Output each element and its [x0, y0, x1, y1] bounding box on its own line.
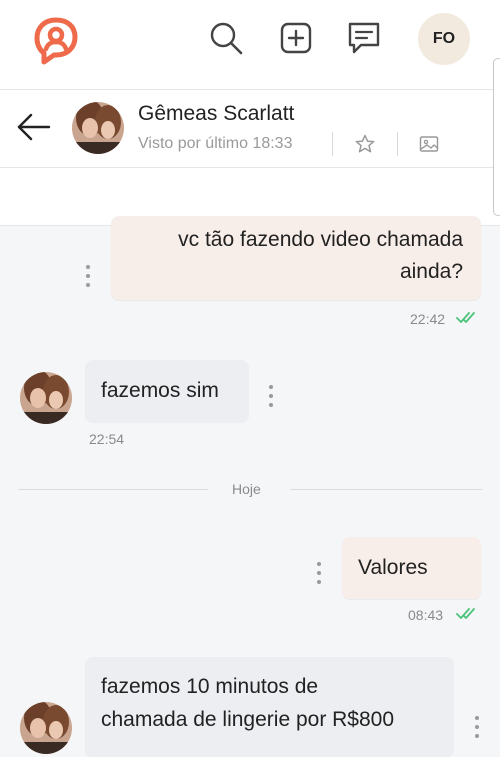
contact-avatar[interactable]: [20, 702, 72, 754]
star-icon[interactable]: [355, 134, 375, 154]
message-options-icon[interactable]: [267, 385, 275, 407]
message-bubble-incoming[interactable]: fazemos sim: [85, 360, 249, 422]
last-seen-status: Visto por último 18:33: [138, 135, 293, 152]
add-post-icon[interactable]: [278, 20, 314, 56]
header-separator: [332, 132, 333, 156]
message-text: fazemos 10 minutos de: [101, 675, 319, 698]
message-time: 22:54: [89, 431, 125, 447]
top-bar: FO: [0, 0, 500, 90]
message-bubble-incoming[interactable]: fazemos 10 minutos de chamada de lingeri…: [85, 657, 454, 757]
message-text: Valores: [358, 556, 428, 579]
read-receipt-icon: [456, 312, 475, 323]
contact-name[interactable]: Gêmeas Scarlatt: [138, 102, 294, 126]
user-avatar[interactable]: FO: [418, 13, 470, 65]
logo-icon[interactable]: [32, 16, 80, 66]
message-time: 22:42: [410, 311, 446, 327]
day-divider-line: [18, 489, 208, 490]
message-text: vc tão fazendo video chamada: [178, 228, 463, 251]
message-time: 08:43: [408, 607, 444, 623]
back-arrow-icon[interactable]: [16, 112, 52, 142]
day-divider-line: [290, 489, 482, 490]
message-options-icon[interactable]: [84, 265, 92, 287]
message-text: ainda?: [399, 259, 463, 283]
message-options-icon[interactable]: [315, 562, 323, 584]
message-bubble-outgoing[interactable]: Valores: [342, 537, 481, 599]
header-separator: [397, 132, 398, 156]
message-icon[interactable]: [346, 20, 382, 56]
day-divider-label: Hoje: [232, 481, 261, 497]
message-text: chamada de lingerie por R$800: [101, 707, 395, 731]
contact-avatar[interactable]: [72, 102, 124, 154]
user-initials: FO: [432, 30, 456, 47]
message-options-icon[interactable]: [473, 716, 481, 738]
scrollbar[interactable]: [493, 58, 500, 216]
image-icon[interactable]: [419, 134, 439, 154]
search-icon[interactable]: [208, 20, 244, 56]
message-text: fazemos sim: [101, 379, 219, 402]
message-bubble-outgoing[interactable]: vc tão fazendo video chamada ainda?: [111, 216, 481, 300]
chat-header: Gêmeas Scarlatt Visto por último 18:33: [0, 90, 500, 168]
read-receipt-icon: [456, 608, 475, 619]
contact-avatar[interactable]: [20, 372, 72, 424]
